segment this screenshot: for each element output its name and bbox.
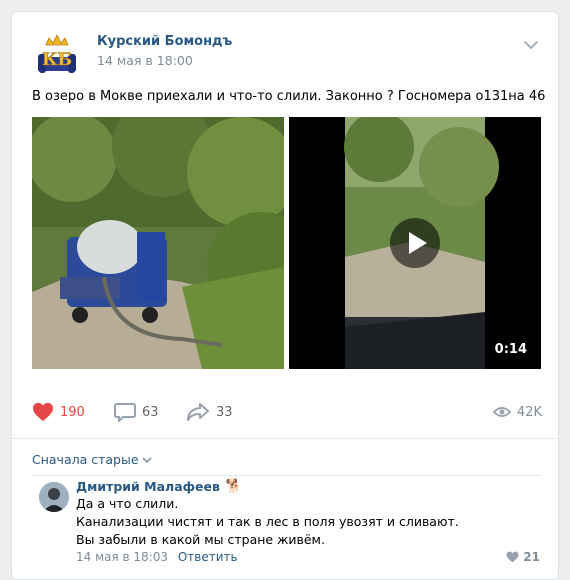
comment-count: 63 xyxy=(142,404,159,420)
commenter-name[interactable]: Дмитрий Малафеев 🐕 xyxy=(76,479,242,494)
chevron-down-icon[interactable] xyxy=(523,39,539,51)
reply-button[interactable]: Ответить xyxy=(178,550,238,564)
dog-badge-icon: 🐕 xyxy=(225,479,243,494)
post-video[interactable]: 0:14 xyxy=(289,117,541,369)
heart-icon xyxy=(33,402,53,422)
views-count: 42K xyxy=(516,404,542,420)
play-button[interactable] xyxy=(390,218,440,268)
video-duration: 0:14 xyxy=(494,342,527,357)
post-photo[interactable] xyxy=(32,117,284,369)
comment-icon xyxy=(114,403,136,422)
section-divider xyxy=(12,438,558,439)
community-logo-icon: КБ xyxy=(38,34,76,73)
community-avatar[interactable]: КБ xyxy=(32,29,82,79)
commenter-name-text: Дмитрий Малафеев xyxy=(76,479,220,494)
comment-date[interactable]: 14 мая в 18:03 xyxy=(76,550,168,564)
post-actions: 190 63 33 42K xyxy=(32,400,542,424)
share-button[interactable]: 33 xyxy=(186,400,233,424)
comments-sort-dropdown[interactable]: Сначала старые xyxy=(32,452,152,467)
heart-icon xyxy=(506,551,519,563)
like-button[interactable]: 190 xyxy=(32,400,85,424)
photo-truck-image xyxy=(32,117,284,369)
comment-divider xyxy=(32,475,542,476)
comment-text-line: Да а что слили. xyxy=(76,496,179,511)
chevron-down-icon xyxy=(142,456,152,463)
commenter-avatar[interactable] xyxy=(39,482,69,512)
post-card: КБ Курский Бомондъ 14 мая в 18:00 В озер… xyxy=(11,11,559,580)
share-icon xyxy=(187,403,209,421)
share-count: 33 xyxy=(216,404,233,420)
comment-button[interactable]: 63 xyxy=(114,400,159,424)
post-date[interactable]: 14 мая в 18:00 xyxy=(97,53,193,68)
comment-like-button[interactable]: 21 xyxy=(506,550,540,564)
sort-label: Сначала старые xyxy=(32,452,139,467)
post-header: КБ Курский Бомондъ 14 мая в 18:00 xyxy=(12,12,558,82)
like-count: 190 xyxy=(60,404,85,420)
play-icon xyxy=(409,232,427,254)
eye-icon xyxy=(492,407,511,417)
user-avatar-image xyxy=(39,482,69,512)
community-name[interactable]: Курский Бомондъ xyxy=(97,34,232,49)
comment-like-count: 21 xyxy=(523,550,540,564)
comment-text-line: Канализации чистят и так в лес в поля ув… xyxy=(76,514,459,529)
comment-text-line: Вы забыли в какой мы стране живём. xyxy=(76,532,325,547)
post-text: В озеро в Мокве приехали и что-то слили.… xyxy=(32,89,546,104)
views-counter: 42K xyxy=(492,400,542,424)
comment-meta: 14 мая в 18:03 Ответить xyxy=(76,550,238,564)
svg-text:КБ: КБ xyxy=(42,50,72,70)
